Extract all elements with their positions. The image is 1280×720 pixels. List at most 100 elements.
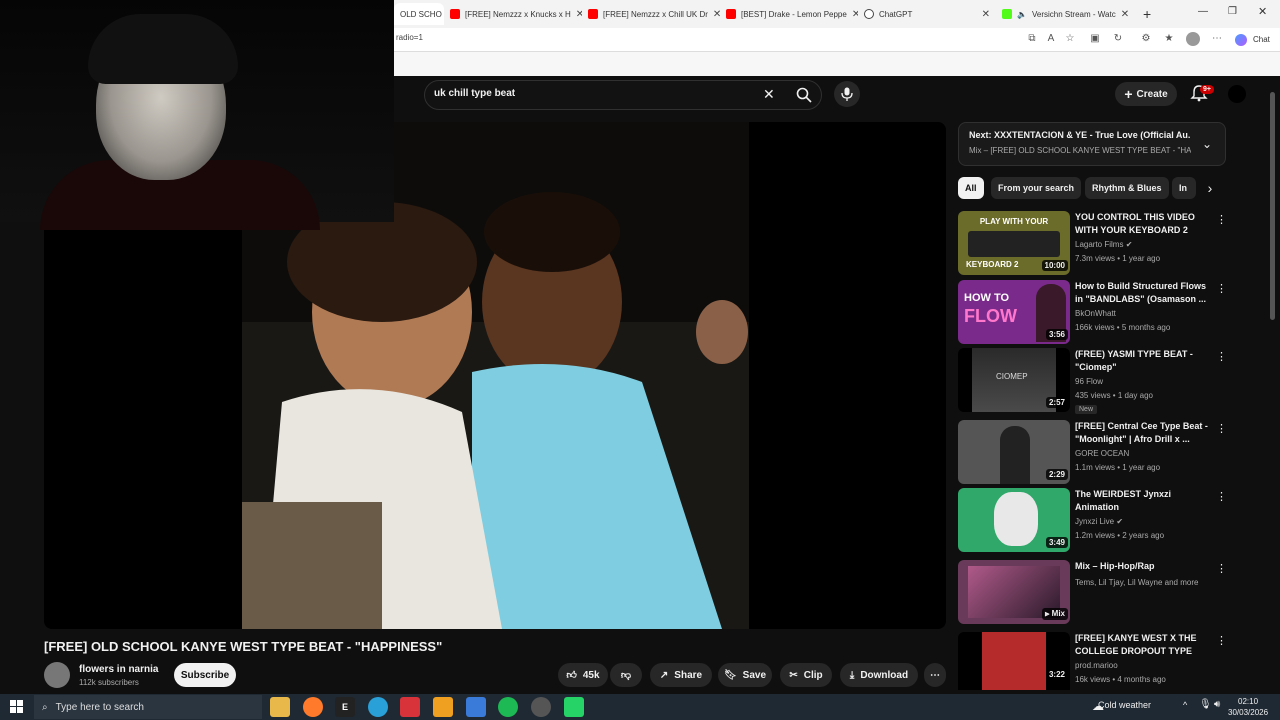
close-icon[interactable]: ✕ bbox=[713, 9, 720, 20]
taskbar-clock[interactable]: 02:10 30/03/2026 bbox=[1228, 696, 1268, 718]
extensions-icon[interactable]: ⚙ bbox=[1139, 32, 1153, 46]
chip-from-your-search[interactable]: From your search bbox=[991, 177, 1082, 199]
channel-name[interactable]: Lagarto Films ✔ bbox=[1075, 240, 1132, 249]
epic-games-icon[interactable]: E bbox=[335, 697, 355, 717]
maximize-button[interactable]: ❐ bbox=[1228, 6, 1237, 17]
tab-label: [FREE] Nemzzz x Knucks x H bbox=[465, 9, 571, 19]
close-window-button[interactable]: ✕ bbox=[1258, 5, 1267, 18]
steam-icon[interactable] bbox=[531, 697, 551, 717]
extension-icon[interactable]: ▣ bbox=[1088, 32, 1102, 46]
more-menu-icon[interactable]: ⋯ bbox=[1210, 32, 1224, 46]
verified-icon: ✔ bbox=[1125, 240, 1133, 249]
more-vert-icon[interactable]: ⋮ bbox=[1216, 634, 1226, 647]
firefox-icon[interactable] bbox=[303, 697, 323, 717]
more-vert-icon[interactable]: ⋮ bbox=[1216, 350, 1227, 363]
new-tab-button[interactable]: + bbox=[1143, 6, 1151, 22]
microphone-icon[interactable]: 🎙︎ bbox=[1199, 699, 1212, 710]
more-vert-icon[interactable]: ⋮ bbox=[1216, 562, 1227, 575]
taskbar-search[interactable]: ⌕ Type here to search bbox=[34, 695, 262, 719]
channel-name[interactable]: BkOnWhatt bbox=[1075, 309, 1116, 318]
recommended-video[interactable]: CIOMEP 2:57 (FREE) YASMI TYPE BEAT - "Ci… bbox=[958, 348, 1227, 414]
channel-label: Jynxzi Live bbox=[1075, 517, 1115, 526]
video-title[interactable]: YOU CONTROL THIS VIDEO WITH YOUR KEYBOAR… bbox=[1075, 211, 1210, 237]
channel-avatar[interactable] bbox=[44, 662, 70, 688]
channel-name[interactable]: prod.marioo bbox=[1075, 661, 1118, 670]
thumbs-up-icon: 👍︎ bbox=[566, 670, 577, 681]
chat-button[interactable]: Chat bbox=[1253, 35, 1270, 44]
close-icon[interactable]: ✕ bbox=[982, 9, 990, 20]
chevron-right-icon[interactable]: › bbox=[1198, 177, 1222, 199]
tab-active[interactable]: OLD SCHO ✕ bbox=[394, 3, 444, 25]
favorites-icon[interactable]: ★ bbox=[1162, 32, 1176, 46]
volume-icon[interactable]: 🔊︎ bbox=[1214, 699, 1220, 710]
app-icon[interactable]: ⧉ bbox=[1025, 32, 1039, 46]
app-icon[interactable] bbox=[400, 697, 420, 717]
tab-5[interactable]: 🔈 Versichn Stream - Watc ✕ bbox=[996, 3, 1134, 25]
dislike-button[interactable]: 👎︎ bbox=[610, 663, 642, 687]
video-title[interactable]: The WEIRDEST Jynxzi Animation bbox=[1075, 488, 1210, 514]
app-icon[interactable] bbox=[466, 697, 486, 717]
recommended-video[interactable]: 2:29 [FREE] Central Cee Type Beat - "Moo… bbox=[958, 420, 1227, 484]
search-input[interactable]: uk chill type beat bbox=[434, 88, 515, 99]
like-button[interactable]: 👍︎ 45k bbox=[558, 663, 608, 687]
voice-search-button[interactable] bbox=[834, 81, 860, 107]
share-button[interactable]: ↗ Share bbox=[650, 663, 712, 687]
tab-2[interactable]: [FREE] Nemzzz x Chill UK Dr ✕ bbox=[582, 3, 720, 25]
app-icon[interactable] bbox=[564, 697, 584, 717]
minimize-button[interactable]: — bbox=[1198, 6, 1208, 17]
more-vert-icon[interactable]: ⋮ bbox=[1216, 422, 1227, 435]
channel-name[interactable]: 96 Flow bbox=[1075, 377, 1103, 386]
more-vert-icon[interactable]: ⋮ bbox=[1216, 213, 1227, 226]
more-actions-button[interactable]: ⋯ bbox=[924, 663, 946, 687]
windows-start-button[interactable] bbox=[10, 700, 23, 718]
tab-4[interactable]: ChatGPT ✕ bbox=[858, 3, 996, 25]
next-up-panel[interactable] bbox=[958, 122, 1226, 166]
subscribe-button[interactable]: Subscribe bbox=[174, 663, 236, 687]
search-button[interactable] bbox=[786, 80, 822, 110]
thumbnail-text: KEYBOARD 2 bbox=[966, 260, 1019, 269]
profile-icon[interactable] bbox=[1186, 32, 1200, 46]
save-button[interactable]: 🔖︎ Save bbox=[718, 663, 772, 687]
scrollbar-thumb[interactable] bbox=[1270, 92, 1275, 320]
address-field[interactable]: radio=1 bbox=[396, 33, 423, 42]
chip-more[interactable]: In bbox=[1172, 177, 1196, 199]
refresh-icon[interactable]: ↻ bbox=[1111, 32, 1125, 46]
channel-name[interactable]: Jynxzi Live ✔ bbox=[1075, 517, 1123, 526]
spotify-icon[interactable] bbox=[498, 697, 518, 717]
close-icon[interactable]: ✕ bbox=[1121, 9, 1129, 20]
video-title[interactable]: Mix – Hip-Hop/Rap bbox=[1075, 560, 1210, 573]
chip-all[interactable]: All bbox=[958, 177, 984, 199]
clip-button[interactable]: ✂ Clip bbox=[780, 663, 832, 687]
tab-1[interactable]: [FREE] Nemzzz x Knucks x H ✕ bbox=[444, 3, 582, 25]
channel-name[interactable]: GORE OCEAN bbox=[1075, 449, 1129, 458]
more-vert-icon[interactable]: ⋮ bbox=[1216, 282, 1227, 295]
video-title[interactable]: How to Build Structured Flows in "BANDLA… bbox=[1075, 280, 1210, 306]
favorite-star-icon[interactable]: ☆ bbox=[1063, 32, 1077, 46]
edge-icon[interactable] bbox=[368, 697, 388, 717]
chevron-up-icon[interactable]: ^ bbox=[1183, 700, 1187, 710]
chevron-down-icon[interactable]: ⌄ bbox=[1202, 137, 1212, 151]
recommended-video[interactable]: HOW TO FLOW 3:56 How to Build Structured… bbox=[958, 280, 1227, 344]
notification-badge: 9+ bbox=[1200, 85, 1214, 94]
file-explorer-icon[interactable] bbox=[270, 697, 290, 717]
video-thumbnail[interactable] bbox=[958, 632, 1070, 690]
video-title[interactable]: (FREE) YASMI TYPE BEAT - "Ciomep" bbox=[1075, 348, 1210, 374]
recommended-video[interactable]: 3:22 [FREE] KANYE WEST X THE COLLEGE DRO… bbox=[958, 632, 1226, 690]
account-avatar[interactable] bbox=[1228, 85, 1246, 103]
chip-rhythm-blues[interactable]: Rhythm & Blues bbox=[1085, 177, 1169, 199]
app-icon[interactable] bbox=[433, 697, 453, 717]
recommended-video[interactable]: ⫸ Mix Mix – Hip-Hop/Rap Tems, Lil Tjay, … bbox=[958, 560, 1227, 624]
download-button[interactable]: ⤓ Download bbox=[840, 663, 918, 687]
channel-name[interactable]: flowers in narnia bbox=[79, 664, 158, 675]
video-title[interactable]: [FREE] Central Cee Type Beat - "Moonligh… bbox=[1075, 420, 1210, 446]
more-vert-icon[interactable]: ⋮ bbox=[1216, 490, 1227, 503]
create-button[interactable]: + Create bbox=[1115, 82, 1177, 106]
recommended-video[interactable]: PLAY WITH YOUR KEYBOARD 2 10:00 YOU CONT… bbox=[958, 211, 1227, 275]
weather-text[interactable]: Cold weather bbox=[1098, 700, 1151, 710]
recommended-video[interactable]: 3:49 The WEIRDEST Jynxzi Animation Jynxz… bbox=[958, 488, 1227, 552]
clear-search-icon[interactable]: ✕ bbox=[763, 86, 775, 103]
read-aloud-icon[interactable]: A bbox=[1044, 32, 1058, 46]
video-title[interactable]: [FREE] KANYE WEST X THE COLLEGE DROPOUT … bbox=[1075, 632, 1210, 658]
copilot-icon[interactable] bbox=[1235, 34, 1247, 46]
tab-3[interactable]: [BEST] Drake - Lemon Peppe ✕ bbox=[720, 3, 858, 25]
